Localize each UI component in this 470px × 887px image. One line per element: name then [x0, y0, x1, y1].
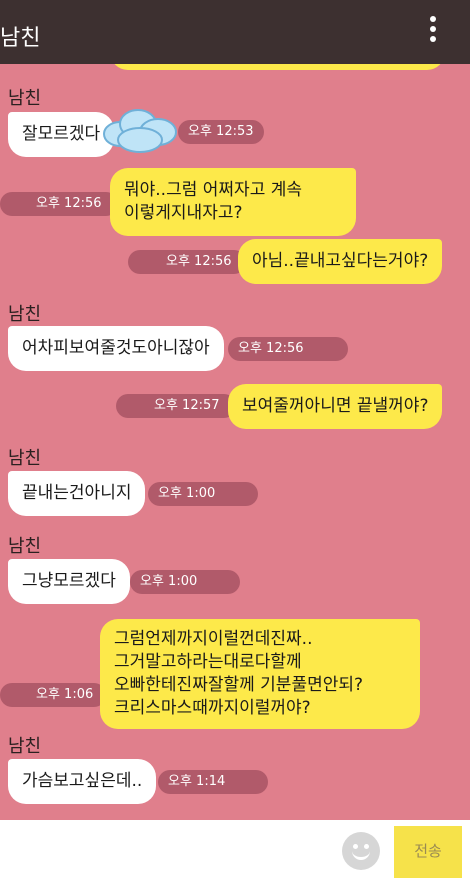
chat-title: 남친 [0, 26, 41, 51]
outgoing-message[interactable]: 뭐야..그럼 어쩌자고 계속 이렇게지내자고? [110, 168, 356, 236]
smiley-icon[interactable] [342, 832, 380, 870]
input-bar: 전송 [0, 820, 470, 887]
more-vertical-icon[interactable] [426, 16, 440, 48]
chat-area[interactable]: 남친 잘모르겠다 오후 12:53 오후 12:56 뭐야..그럼 어쩌자고 계… [0, 64, 470, 820]
outgoing-message[interactable]: 보여줄꺼아니면 끝낼꺼야? [228, 384, 443, 429]
message-time: 오후 12:56 [228, 337, 348, 361]
sender-name: 남친 [8, 88, 42, 109]
message-line: 뭐야..그럼 어쩌자고 계속 [124, 180, 303, 200]
incoming-message[interactable]: 어차피보여줄것도아니잖아 [8, 326, 224, 371]
message-time: 오후 12:56 [0, 192, 118, 216]
incoming-message[interactable]: 그냥모르겠다 [8, 559, 130, 604]
incoming-message[interactable]: 끝내는건아니지 [8, 471, 146, 516]
message-time: 오후 12:56 [128, 250, 246, 274]
outgoing-message[interactable]: 아님..끝내고싶다는거야? [238, 239, 443, 284]
incoming-message[interactable]: 가슴보고싶은데.. [8, 759, 157, 804]
message-time: 오후 12:53 [178, 120, 264, 144]
cloud-censor-icon [103, 109, 177, 153]
send-button[interactable]: 전송 [394, 826, 462, 878]
message-line: 그럼언제까지이럴껀데진짜.. [114, 629, 313, 649]
message-time: 오후 1:00 [130, 570, 240, 594]
message-time: 오후 1:14 [158, 770, 268, 794]
incoming-message[interactable]: 잘모르겠다 [8, 112, 115, 157]
message-time: 오후 12:57 [116, 394, 236, 418]
message-line: 이렇게지내자고? [124, 203, 243, 223]
message-line: 크리스마스때까지이럴꺼야? [114, 698, 311, 718]
previous-message-bubble [110, 64, 445, 70]
sender-name: 남친 [8, 536, 42, 557]
sender-name: 남친 [8, 736, 42, 757]
message-time: 오후 1:06 [0, 683, 106, 707]
top-bar: 남친 [0, 0, 470, 64]
message-line: 그거말고하라는대로다할께 [114, 652, 302, 672]
outgoing-message[interactable]: 그럼언제까지이럴껀데진짜.. 그거말고하라는대로다할께 오빠한테진짜잘할께 기분… [100, 619, 420, 729]
message-line: 오빠한테진짜잘할께 기분풀면안되? [114, 675, 364, 695]
sender-name: 남친 [8, 304, 42, 325]
message-time: 오후 1:00 [148, 482, 258, 506]
sender-name: 남친 [8, 448, 42, 469]
